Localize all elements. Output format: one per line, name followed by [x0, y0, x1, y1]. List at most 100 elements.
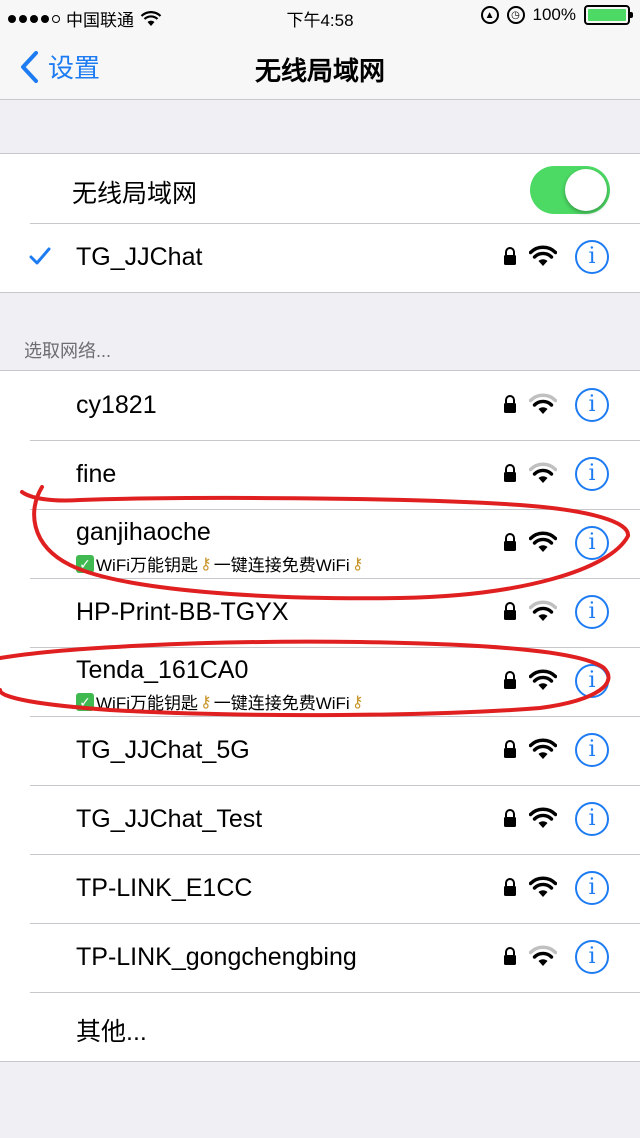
wifi-toggle-switch[interactable] [530, 166, 610, 214]
network-row[interactable]: TP-LINK_E1CC i [0, 854, 640, 923]
wifi-signal-icon [529, 600, 557, 621]
wifi-signal-bar-3 [529, 393, 557, 403]
network-row[interactable]: cy1821 i [0, 371, 640, 440]
network-ssid: ganjihaoche [76, 518, 211, 546]
wifi-key-promo: ✓ WiFi万能钥匙 ⚷ 一键连接免费WiFi ⚷ [76, 689, 363, 714]
wifi-toggle-row: 无线局域网 [0, 154, 640, 223]
promo-text-2: 一键连接免费WiFi [213, 694, 350, 713]
info-button[interactable]: i [575, 388, 609, 422]
lock-icon [504, 395, 516, 413]
promo-text-2: 一键连接免费WiFi [213, 556, 350, 575]
connected-network-row[interactable]: TG_JJChat i [0, 223, 640, 292]
wifi-toggle-label: 无线局域网 [72, 180, 198, 208]
network-row[interactable]: Tenda_161CA0 ✓ WiFi万能钥匙 ⚷ 一键连接免费WiFi ⚷ i [0, 647, 640, 716]
info-button[interactable]: i [575, 526, 609, 560]
wifi-signal-icon [529, 393, 557, 414]
wifi-signal-icon [529, 531, 557, 552]
wifi-signal-icon [529, 245, 557, 266]
network-ssid: TG_JJChat_Test [76, 805, 263, 833]
wifi-signal-bar-3 [529, 807, 557, 817]
wifi-signal-bar-2 [532, 606, 554, 614]
lock-icon [504, 464, 516, 482]
info-button[interactable]: i [575, 871, 609, 905]
wifi-signal-bar-1 [538, 683, 548, 690]
wifi-signal-bar-2 [532, 537, 554, 545]
network-row[interactable]: TG_JJChat_Test i [0, 785, 640, 854]
wifi-signal-bar-1 [538, 752, 548, 759]
promo-text-1: WiFi万能钥匙 [96, 694, 198, 713]
wifi-signal-bar-3 [529, 531, 557, 541]
lock-icon [504, 809, 516, 827]
wifi-group: 无线局域网 TG_JJChat i [0, 153, 640, 293]
green-check-icon: ✓ [76, 692, 94, 711]
key-icon: ⚷ [199, 555, 212, 573]
lock-icon [504, 671, 516, 689]
wifi-signal-bar-2 [532, 251, 554, 259]
wifi-signal-bar-1 [538, 259, 548, 266]
info-button[interactable]: i [575, 664, 609, 698]
lock-icon [504, 602, 516, 620]
network-row[interactable]: TP-LINK_gongchengbing i [0, 923, 640, 992]
wifi-signal-bar-2 [532, 744, 554, 752]
wifi-signal-bar-2 [532, 882, 554, 890]
wifi-signal-bar-2 [532, 675, 554, 683]
other-network-row[interactable]: 其他... [0, 992, 640, 1061]
wifi-signal-bar-1 [538, 476, 548, 483]
status-right: ▲ ◷ 100% [480, 5, 633, 25]
status-bar: 中国联通 下午4:58 ▲ ◷ 100% [0, 0, 640, 34]
connected-ssid: TG_JJChat [76, 243, 203, 271]
toggle-knob [565, 169, 607, 211]
lock-icon [504, 947, 516, 965]
wifi-signal-bar-1 [538, 890, 548, 897]
battery-icon [584, 5, 633, 25]
wifi-signal-bar-2 [532, 951, 554, 959]
page-title: 无线局域网 [254, 56, 385, 86]
info-button[interactable]: i [575, 940, 609, 974]
wifi-signal-icon [529, 462, 557, 483]
wifi-signal-icon [529, 738, 557, 759]
rotation-lock-icon: ▲ [480, 6, 499, 24]
green-check-icon: ✓ [76, 554, 94, 573]
network-ssid: cy1821 [76, 391, 157, 419]
lock-icon [504, 533, 516, 551]
wifi-signal-icon [529, 876, 557, 897]
network-row[interactable]: ganjihaoche ✓ WiFi万能钥匙 ⚷ 一键连接免费WiFi ⚷ i [0, 509, 640, 578]
info-button[interactable]: i [575, 733, 609, 767]
other-network-label: 其他... [76, 1018, 147, 1046]
wifi-signal-bar-1 [538, 545, 548, 552]
section-header-choose-network: 选取网络... [24, 341, 112, 361]
network-ssid: TP-LINK_gongchengbing [76, 943, 357, 971]
wifi-signal-bar-1 [538, 407, 548, 414]
wifi-signal-bar-1 [538, 821, 548, 828]
network-row[interactable]: fine i [0, 440, 640, 509]
network-ssid: fine [76, 460, 117, 488]
network-row[interactable]: HP-Print-BB-TGYX i [0, 578, 640, 647]
wifi-signal-bar-2 [532, 399, 554, 407]
navigation-bar: 设置 无线局域网 [0, 34, 640, 100]
wifi-key-promo: ✓ WiFi万能钥匙 ⚷ 一键连接免费WiFi ⚷ [76, 551, 363, 576]
wifi-signal-icon [529, 945, 557, 966]
wifi-signal-bar-3 [529, 945, 557, 955]
wifi-signal-bar-3 [529, 600, 557, 610]
lock-icon [504, 878, 516, 896]
network-ssid: TP-LINK_E1CC [76, 874, 253, 902]
wifi-signal-bar-3 [529, 245, 557, 255]
wifi-signal-bar-2 [532, 813, 554, 821]
wifi-signal-icon [529, 669, 557, 690]
key-icon: ⚷ [199, 693, 212, 711]
wifi-signal-icon [529, 807, 557, 828]
alarm-icon: ◷ [506, 6, 525, 24]
networks-list: cy1821 i fine i ganjihaoche ✓ WiFi万能钥匙 ⚷ 一键连… [0, 370, 640, 1062]
lock-icon [504, 247, 516, 265]
network-ssid: HP-Print-BB-TGYX [76, 598, 289, 626]
network-row[interactable]: TG_JJChat_5G i [0, 716, 640, 785]
info-button[interactable]: i [575, 240, 609, 274]
wifi-signal-bar-3 [529, 462, 557, 472]
wifi-signal-bar-1 [538, 614, 548, 621]
info-button[interactable]: i [575, 802, 609, 836]
battery-percent: 100% [532, 5, 576, 24]
battery-fill [588, 9, 626, 21]
info-button[interactable]: i [575, 595, 609, 629]
info-button[interactable]: i [575, 457, 609, 491]
wifi-signal-bar-3 [529, 738, 557, 748]
